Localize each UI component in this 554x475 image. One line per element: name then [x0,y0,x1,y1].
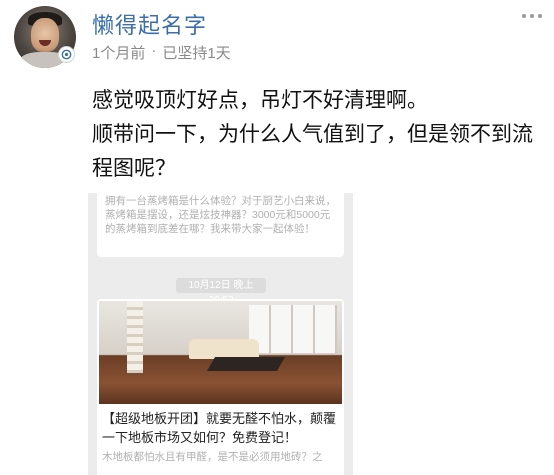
post-line-1: 感觉吸顶灯好点，吊灯不好清理啊。 [92,89,428,112]
verified-badge-icon [58,46,75,63]
article-title: 【超级地板开团】就要无醛不怕水，颠覆一下地板市场又如何？免费登记！ [102,411,337,445]
message-card: 拥有一台蒸烤箱是什么体验？对于厨艺小白来说，蒸烤箱是摆设，还是炫技神器？3000… [97,193,344,257]
attached-screenshot[interactable]: 拥有一台蒸烤箱是什么体验？对于厨艺小白来说，蒸烤箱是摆设，还是炫技神器？3000… [88,193,353,475]
article-card: 【超级地板开团】就要无醛不怕水，颠覆一下地板市场又如何？免费登记！ 木地板都怕水… [97,299,344,475]
more-options-icon[interactable] [522,14,542,18]
message-timestamp: 10月12日 晚上20:52 [176,278,266,306]
post-line-2: 顺带问一下，为什么人气值到了，但是领不到流程图呢？ [92,123,533,180]
time-ago: 1个月前 [92,45,146,62]
message-card-text: 拥有一台蒸烤箱是什么体验？对于厨艺小白来说，蒸烤箱是摆设，还是炫技神器？3000… [105,195,336,235]
streak-label: 已坚持1天 [162,45,231,62]
username[interactable]: 懒得起名字 [92,8,207,40]
meta-separator: · [151,42,157,59]
post-meta: 1个月前 · 已坚持1天 [92,42,231,63]
post-body: 感觉吸顶灯好点，吊灯不好清理啊。 顺带问一下，为什么人气值到了，但是领不到流程图… [92,84,544,186]
article-snippet: 木地板都怕水且有甲醛，是不是必须用地砖？之 [102,451,323,463]
article-image [99,301,342,404]
